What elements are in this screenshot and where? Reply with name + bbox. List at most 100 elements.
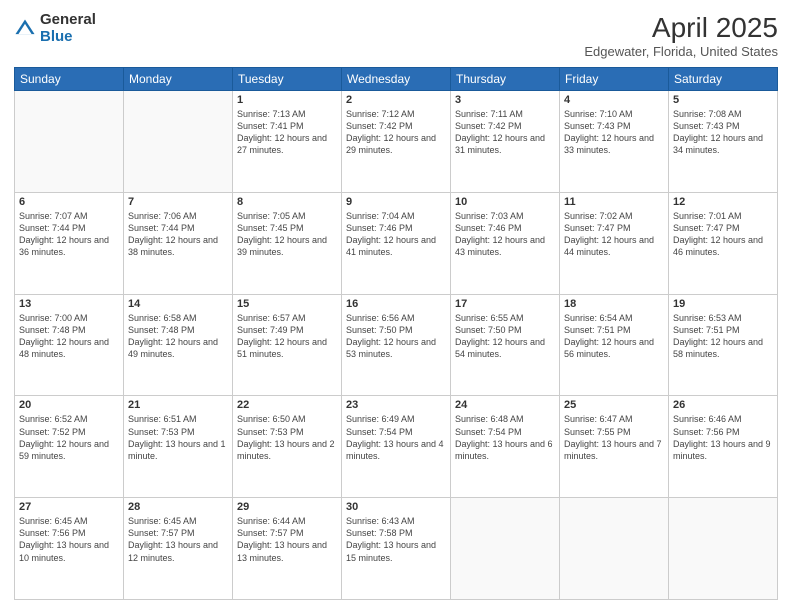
day-info: Sunrise: 6:46 AM Sunset: 7:56 PM Dayligh… [673,413,773,462]
calendar-cell: 27 Sunrise: 6:45 AM Sunset: 7:56 PM Dayli… [15,498,124,600]
calendar-cell: 11 Sunrise: 7:02 AM Sunset: 7:47 PM Dayli… [560,192,669,294]
calendar-cell: 29 Sunrise: 6:44 AM Sunset: 7:57 PM Dayli… [233,498,342,600]
calendar-cell: 2 Sunrise: 7:12 AM Sunset: 7:42 PM Daylig… [342,91,451,193]
calendar-cell: 5 Sunrise: 7:08 AM Sunset: 7:43 PM Daylig… [669,91,778,193]
day-number: 19 [673,298,773,310]
calendar-cell: 22 Sunrise: 6:50 AM Sunset: 7:53 PM Dayli… [233,396,342,498]
calendar-week-row: 1Sunrise: 7:13 AM Sunset: 7:41 PM Daylig… [15,91,778,193]
day-info: Sunrise: 7:02 AM Sunset: 7:47 PM Dayligh… [564,210,664,259]
calendar-week-row: 20Sunrise: 6:52 AM Sunset: 7:52 PM Dayli… [15,396,778,498]
day-number: 26 [673,399,773,411]
day-info: Sunrise: 6:47 AM Sunset: 7:55 PM Dayligh… [564,413,664,462]
weekday-header-friday: Friday [560,68,669,91]
day-info: Sunrise: 7:07 AM Sunset: 7:44 PM Dayligh… [19,210,119,259]
day-info: Sunrise: 7:11 AM Sunset: 7:42 PM Dayligh… [455,108,555,157]
day-info: Sunrise: 6:45 AM Sunset: 7:56 PM Dayligh… [19,515,119,564]
calendar-cell: 12Sunrise: 7:01 AM Sunset: 7:47 PM Dayli… [669,192,778,294]
calendar-cell: 7 Sunrise: 7:06 AM Sunset: 7:44 PM Daylig… [124,192,233,294]
day-info: Sunrise: 7:06 AM Sunset: 7:44 PM Dayligh… [128,210,228,259]
day-number: 21 [128,399,228,411]
weekday-header-wednesday: Wednesday [342,68,451,91]
calendar-cell: 30Sunrise: 6:43 AM Sunset: 7:58 PM Dayli… [342,498,451,600]
day-info: Sunrise: 6:51 AM Sunset: 7:53 PM Dayligh… [128,413,228,462]
calendar-cell: 6 Sunrise: 7:07 AM Sunset: 7:44 PM Daylig… [15,192,124,294]
day-number: 20 [19,399,119,411]
title-month: April 2025 [584,12,778,44]
day-info: Sunrise: 6:49 AM Sunset: 7:54 PM Dayligh… [346,413,446,462]
calendar-cell: 10Sunrise: 7:03 AM Sunset: 7:46 PM Dayli… [451,192,560,294]
calendar-cell: 15 Sunrise: 6:57 AM Sunset: 7:49 PM Dayli… [233,294,342,396]
page: General Blue April 2025 Edgewater, Flori… [0,0,792,612]
day-number: 11 [564,196,664,208]
calendar-header-row: SundayMondayTuesdayWednesdayThursdayFrid… [15,68,778,91]
day-number: 15 [237,298,337,310]
calendar-cell: 28Sunrise: 6:45 AM Sunset: 7:57 PM Dayli… [124,498,233,600]
day-info: Sunrise: 6:43 AM Sunset: 7:58 PM Dayligh… [346,515,446,564]
logo-general: General [40,12,96,29]
day-number: 16 [346,298,446,310]
day-info: Sunrise: 7:04 AM Sunset: 7:46 PM Dayligh… [346,210,446,259]
calendar-cell: 14Sunrise: 6:58 AM Sunset: 7:48 PM Dayli… [124,294,233,396]
calendar-cell [124,91,233,193]
weekday-header-sunday: Sunday [15,68,124,91]
day-info: Sunrise: 7:03 AM Sunset: 7:46 PM Dayligh… [455,210,555,259]
day-number: 29 [237,501,337,513]
weekday-header-monday: Monday [124,68,233,91]
header: General Blue April 2025 Edgewater, Flori… [14,12,778,59]
day-info: Sunrise: 6:53 AM Sunset: 7:51 PM Dayligh… [673,312,773,361]
calendar-cell: 21 Sunrise: 6:51 AM Sunset: 7:53 PM Dayli… [124,396,233,498]
weekday-header-thursday: Thursday [451,68,560,91]
day-info: Sunrise: 6:44 AM Sunset: 7:57 PM Dayligh… [237,515,337,564]
day-number: 5 [673,94,773,106]
calendar-cell: 16 Sunrise: 6:56 AM Sunset: 7:50 PM Dayli… [342,294,451,396]
day-number: 2 [346,94,446,106]
calendar-cell: 13 Sunrise: 7:00 AM Sunset: 7:48 PM Dayli… [15,294,124,396]
calendar-week-row: 27 Sunrise: 6:45 AM Sunset: 7:56 PM Dayli… [15,498,778,600]
calendar-cell [669,498,778,600]
weekday-header-tuesday: Tuesday [233,68,342,91]
calendar-cell: 25Sunrise: 6:47 AM Sunset: 7:55 PM Dayli… [560,396,669,498]
calendar-cell: 24Sunrise: 6:48 AM Sunset: 7:54 PM Dayli… [451,396,560,498]
day-number: 24 [455,399,555,411]
day-info: Sunrise: 6:45 AM Sunset: 7:57 PM Dayligh… [128,515,228,564]
day-number: 6 [19,196,119,208]
day-info: Sunrise: 6:56 AM Sunset: 7:50 PM Dayligh… [346,312,446,361]
day-info: Sunrise: 7:08 AM Sunset: 7:43 PM Dayligh… [673,108,773,157]
day-info: Sunrise: 7:00 AM Sunset: 7:48 PM Dayligh… [19,312,119,361]
calendar-cell: 3 Sunrise: 7:11 AM Sunset: 7:42 PM Daylig… [451,91,560,193]
day-number: 17 [455,298,555,310]
day-number: 22 [237,399,337,411]
day-number: 3 [455,94,555,106]
weekday-header-saturday: Saturday [669,68,778,91]
calendar-week-row: 6 Sunrise: 7:07 AM Sunset: 7:44 PM Daylig… [15,192,778,294]
logo-blue: Blue [40,29,96,46]
day-number: 18 [564,298,664,310]
day-number: 12 [673,196,773,208]
day-info: Sunrise: 7:13 AM Sunset: 7:41 PM Dayligh… [237,108,337,157]
day-number: 13 [19,298,119,310]
calendar-table: SundayMondayTuesdayWednesdayThursdayFrid… [14,67,778,600]
day-number: 9 [346,196,446,208]
day-info: Sunrise: 6:50 AM Sunset: 7:53 PM Dayligh… [237,413,337,462]
logo-text: General Blue [40,12,96,45]
logo-icon [14,18,36,40]
calendar-cell [560,498,669,600]
day-number: 7 [128,196,228,208]
calendar-cell: 17 Sunrise: 6:55 AM Sunset: 7:50 PM Dayli… [451,294,560,396]
calendar-week-row: 13 Sunrise: 7:00 AM Sunset: 7:48 PM Dayli… [15,294,778,396]
day-info: Sunrise: 7:12 AM Sunset: 7:42 PM Dayligh… [346,108,446,157]
day-info: Sunrise: 7:10 AM Sunset: 7:43 PM Dayligh… [564,108,664,157]
calendar-cell [451,498,560,600]
calendar-cell: 4 Sunrise: 7:10 AM Sunset: 7:43 PM Daylig… [560,91,669,193]
calendar-cell: 9 Sunrise: 7:04 AM Sunset: 7:46 PM Daylig… [342,192,451,294]
day-number: 27 [19,501,119,513]
calendar-cell: 18Sunrise: 6:54 AM Sunset: 7:51 PM Dayli… [560,294,669,396]
day-number: 14 [128,298,228,310]
day-number: 8 [237,196,337,208]
day-info: Sunrise: 7:05 AM Sunset: 7:45 PM Dayligh… [237,210,337,259]
calendar-cell [15,91,124,193]
day-info: Sunrise: 6:57 AM Sunset: 7:49 PM Dayligh… [237,312,337,361]
calendar-cell: 8 Sunrise: 7:05 AM Sunset: 7:45 PM Daylig… [233,192,342,294]
day-info: Sunrise: 6:55 AM Sunset: 7:50 PM Dayligh… [455,312,555,361]
day-number: 4 [564,94,664,106]
